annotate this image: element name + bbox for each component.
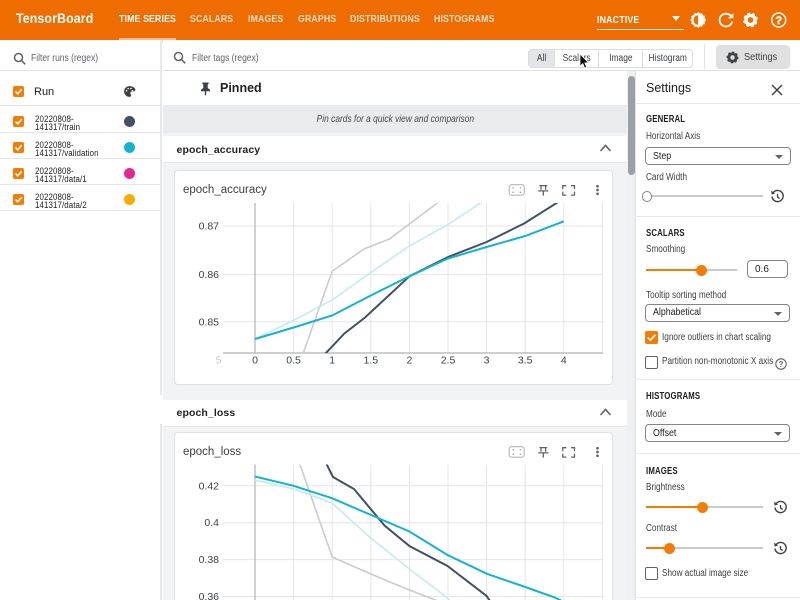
svg-text:0.38: 0.38	[199, 554, 220, 566]
svg-text:1: 1	[329, 355, 335, 367]
svg-text:epoch_loss: epoch_loss	[183, 446, 241, 458]
svg-text:3.5: 3.5	[518, 355, 533, 367]
svg-text:3: 3	[484, 355, 490, 367]
svg-text:0.5: 0.5	[286, 355, 301, 367]
svg-text:0.86: 0.86	[199, 269, 220, 281]
svg-text:2: 2	[406, 355, 412, 367]
svg-text:0.36: 0.36	[199, 591, 220, 600]
svg-text:5: 5	[216, 355, 222, 367]
svg-text:0: 0	[252, 355, 258, 367]
svg-text:0.42: 0.42	[199, 480, 220, 492]
svg-text:epoch_accuracy: epoch_accuracy	[183, 184, 267, 196]
svg-text:0.4: 0.4	[204, 517, 219, 529]
svg-text:1.5: 1.5	[363, 355, 378, 367]
svg-text:?: ?	[778, 359, 783, 368]
svg-text:0.87: 0.87	[199, 221, 220, 233]
svg-text:0.85: 0.85	[199, 316, 220, 328]
svg-text:4: 4	[561, 355, 567, 367]
svg-text:?: ?	[775, 15, 782, 27]
svg-text:2.5: 2.5	[441, 355, 456, 367]
